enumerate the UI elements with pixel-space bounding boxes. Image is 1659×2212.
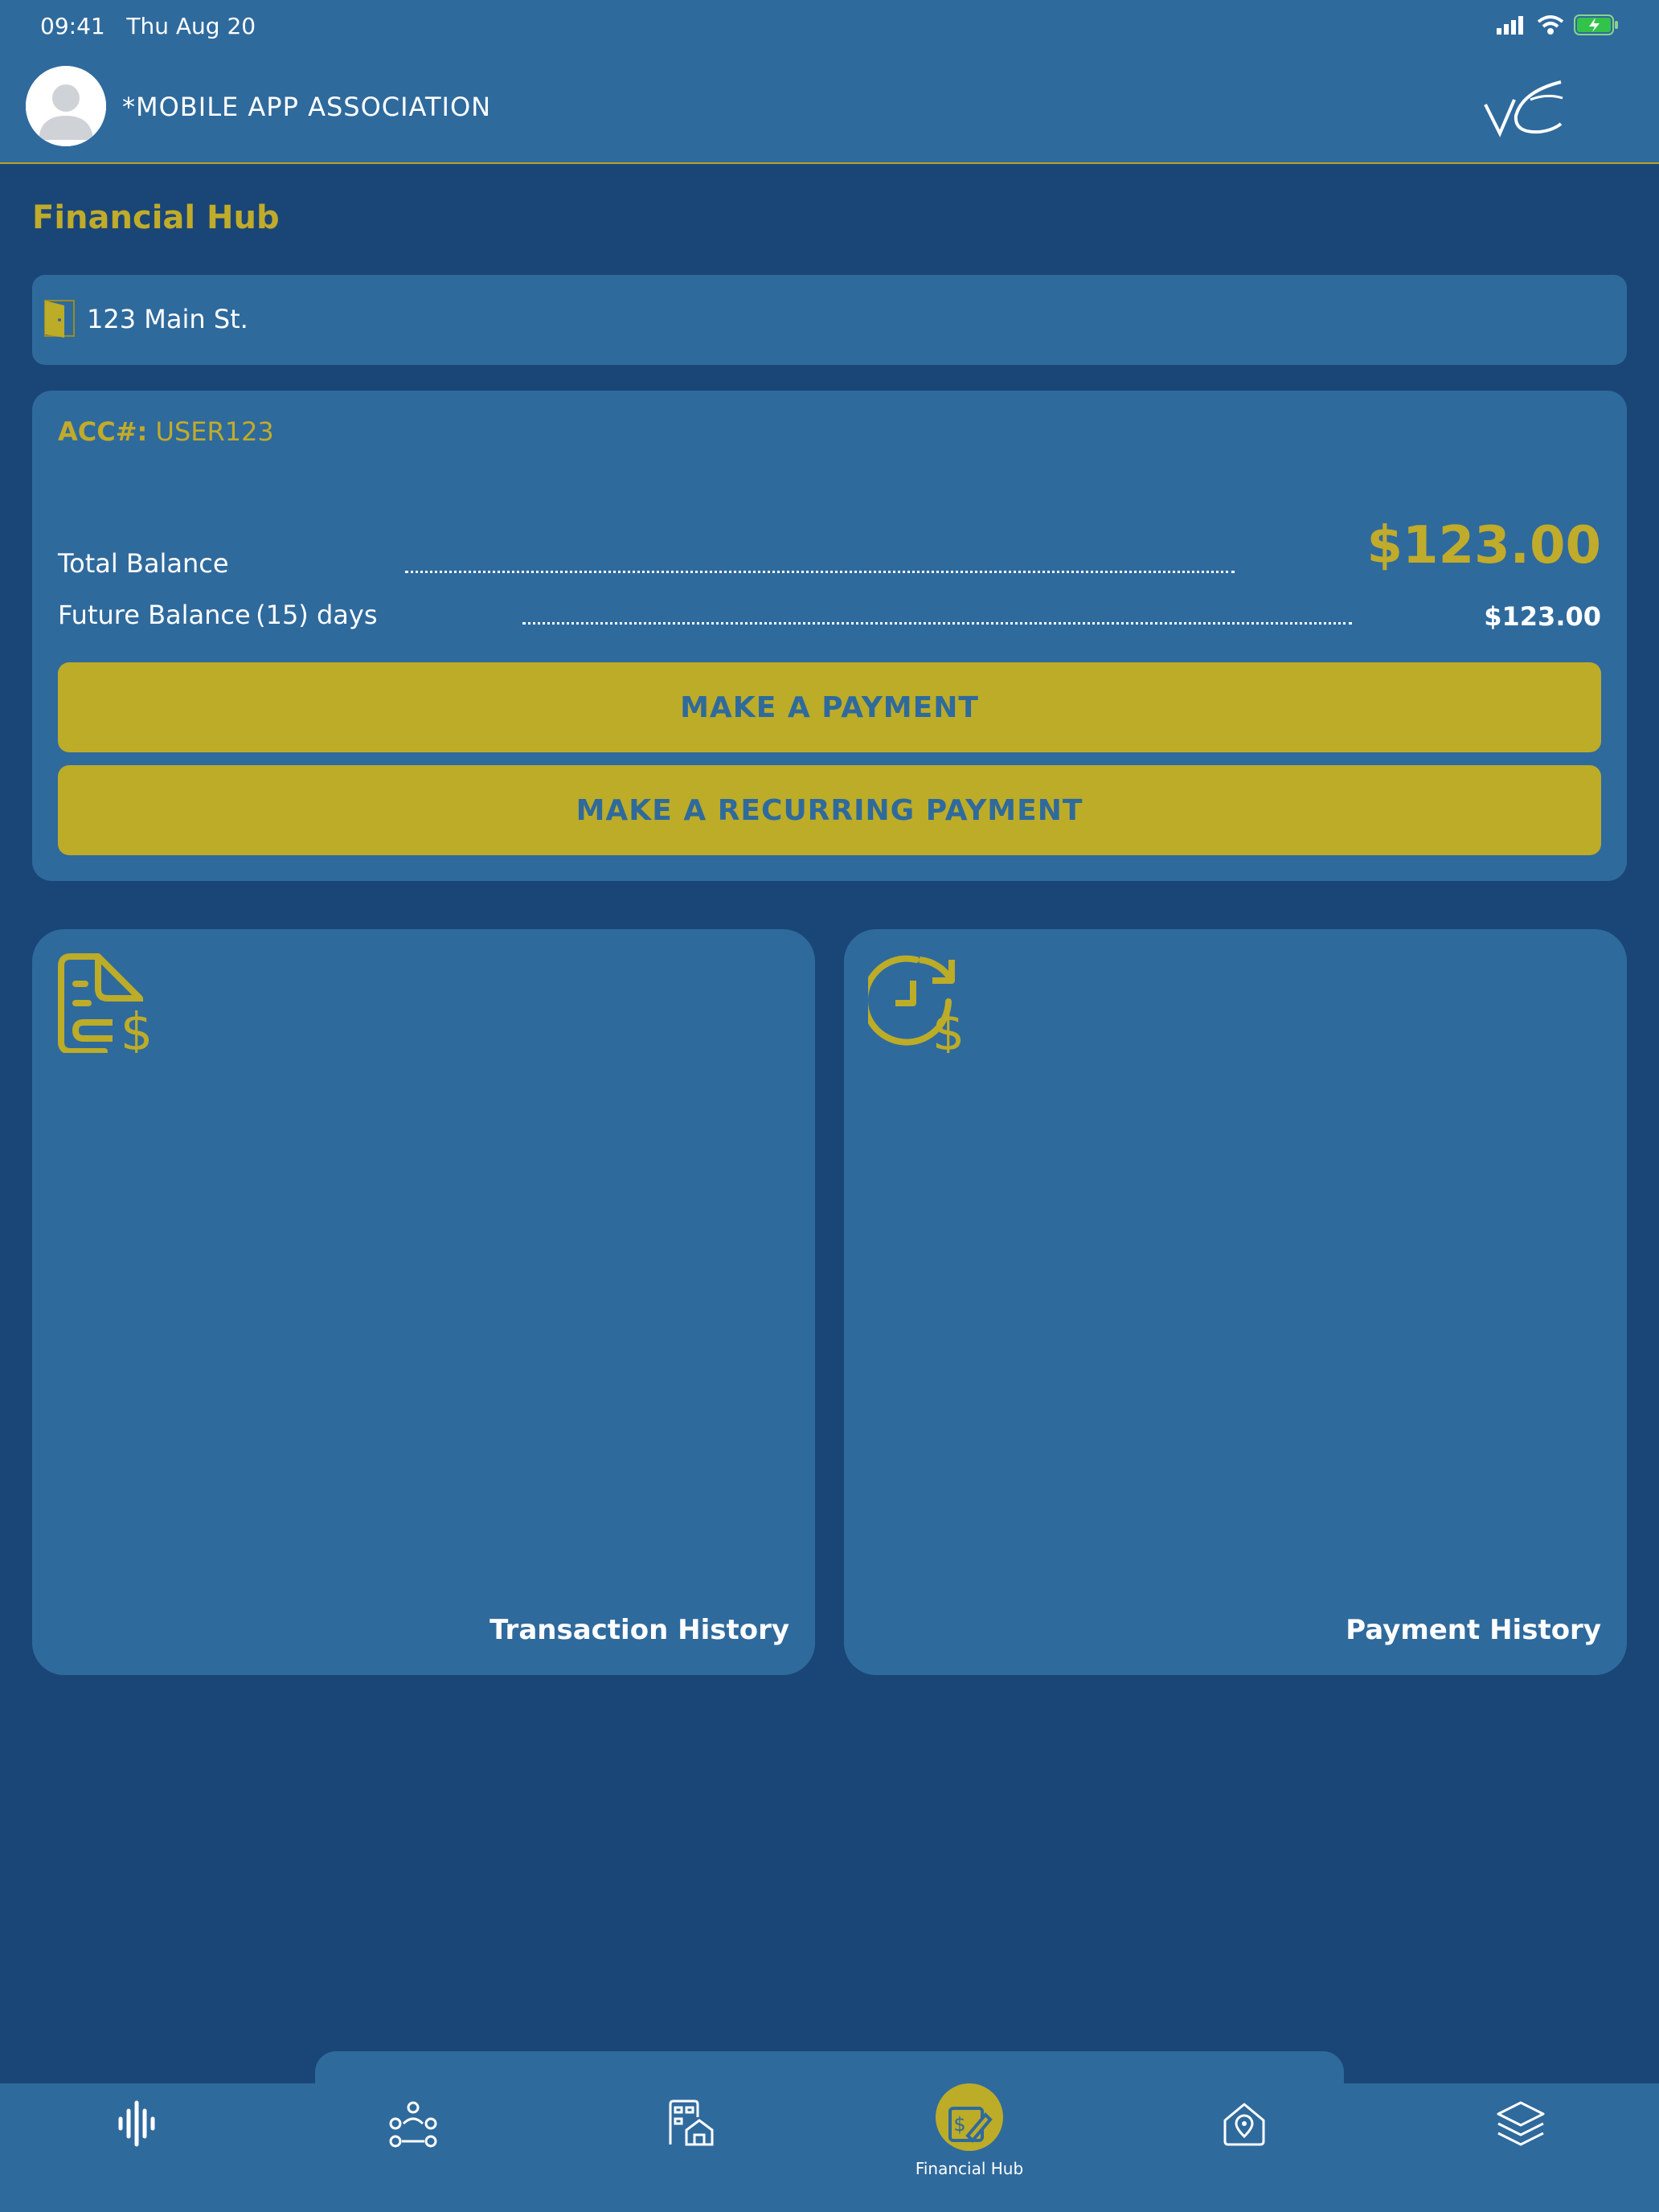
payment-history-tile[interactable]: $ Payment History [844,929,1627,1675]
total-balance-value: $123.00 [1366,516,1602,576]
organization-name: *MOBILE APP ASSOCIATION [122,92,492,122]
svg-text:$: $ [121,1003,154,1053]
user-icon [26,66,106,146]
nav-item-buildings[interactable] [609,2083,770,2196]
vc-logo-icon [1484,80,1563,137]
make-payment-button[interactable]: MAKE A PAYMENT [58,662,1601,752]
nav-item-financial-hub[interactable]: $ Financial Hub [889,2083,1050,2196]
transaction-history-label: Transaction History [490,1614,789,1646]
community-icon [389,2101,437,2148]
nav-active-indicator: $ [936,2083,1003,2151]
buildings-icon [669,2099,714,2146]
app-header: *MOBILE APP ASSOCIATION [0,51,1659,164]
bottom-navigation: $ Financial Hub [0,2083,1659,2212]
account-id: USER123 [155,416,274,447]
wifi-icon [1537,15,1564,35]
page-title: Financial Hub [32,199,280,236]
avatar[interactable] [26,66,106,146]
address-selector[interactable]: 123 Main St. [32,275,1627,365]
transaction-history-tile[interactable]: $ Transaction History [32,929,815,1675]
home-location-icon [1223,2103,1265,2146]
financial-hub-icon: $ [948,2107,993,2143]
nav-item-community[interactable] [333,2083,494,2196]
nav-item-soundwave[interactable] [56,2083,217,2196]
signal-icon [1497,16,1523,35]
nav-item-home-location[interactable] [1164,2083,1325,2196]
future-balance-value: $123.00 [1484,601,1601,632]
account-card: ACC#: USER123 Total Balance $123.00 Futu… [32,391,1627,881]
clock-dollar-icon: $ [868,955,965,1053]
address-text: 123 Main St. [87,304,248,334]
future-balance-leader [522,622,1352,625]
soundwave-icon [118,2100,155,2147]
make-recurring-payment-button[interactable]: MAKE A RECURRING PAYMENT [58,765,1601,855]
payment-history-label: Payment History [1346,1614,1601,1646]
nav-label-financial-hub: Financial Hub [915,2159,1024,2178]
account-prefix: ACC#: [58,416,148,447]
account-number: ACC#: USER123 [58,416,274,447]
clock-date: Thu Aug 20 [126,13,256,39]
svg-text:$: $ [932,1003,965,1053]
future-balance-label: Future Balance (15) days [58,600,378,630]
svg-text:$: $ [953,2113,965,2136]
status-bar: 09:41 Thu Aug 20 [0,0,1659,51]
total-balance-leader [405,571,1235,573]
nav-item-layers[interactable] [1440,2083,1601,2196]
status-icons [1497,14,1619,35]
clock-time: 09:41 [40,13,105,39]
layers-icon [1497,2101,1545,2146]
invoice-dollar-icon: $ [58,953,154,1053]
status-time: 09:41 Thu Aug 20 [40,13,256,39]
battery-charging-icon [1574,14,1618,35]
door-icon [44,300,75,338]
total-balance-label: Total Balance [58,548,229,579]
